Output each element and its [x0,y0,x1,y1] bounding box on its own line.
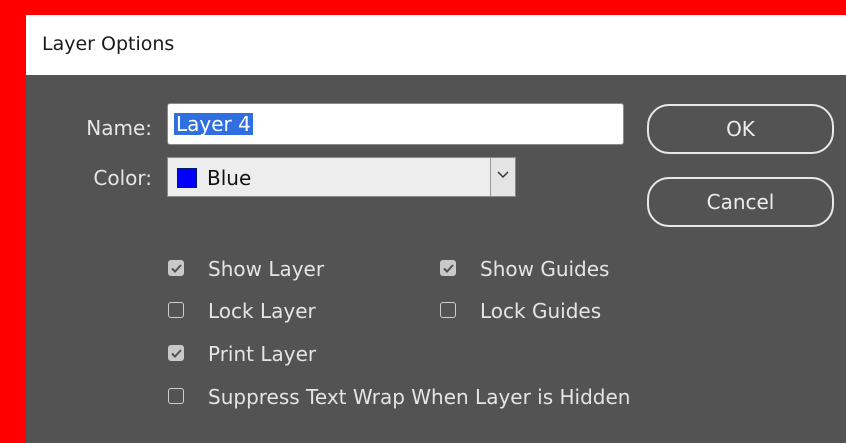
checkmark-icon [171,349,182,358]
ok-button[interactable]: OK [647,104,834,154]
name-input-value: Layer 4 [174,112,253,136]
red-border-frame: Layer Options Name: Layer 4 Color: Blue … [0,0,846,443]
lock-guides-label: Lock Guides [480,299,602,323]
show-guides-label: Show Guides [480,257,610,281]
lock-layer-checkbox-box[interactable] [168,302,184,318]
title-bar: Layer Options [26,15,846,75]
print-layer-checkbox-box[interactable] [168,345,184,361]
checkmark-icon [443,264,454,273]
name-input[interactable]: Layer 4 [167,103,624,145]
color-swatch [177,168,197,188]
suppress-text-wrap-checkbox-box[interactable] [168,388,184,404]
name-label: Name: [86,116,152,140]
color-label: Color: [93,166,152,190]
chevron-down-icon [497,171,509,179]
checkmark-icon [171,264,182,273]
dialog-title: Layer Options [42,33,175,55]
color-select-value: Blue [207,166,252,190]
color-select[interactable]: Blue [167,157,516,197]
lock-layer-label: Lock Layer [208,299,316,323]
show-layer-checkbox-box[interactable] [168,260,184,276]
suppress-text-wrap-label: Suppress Text Wrap When Layer is Hidden [208,385,631,409]
layer-options-dialog: Layer Options Name: Layer 4 Color: Blue … [26,15,846,443]
show-guides-checkbox-box[interactable] [440,260,456,276]
lock-guides-checkbox-box[interactable] [440,302,456,318]
cancel-button[interactable]: Cancel [647,177,834,227]
print-layer-label: Print Layer [208,342,317,366]
show-layer-label: Show Layer [208,257,325,281]
color-dropdown-button[interactable] [490,158,515,196]
